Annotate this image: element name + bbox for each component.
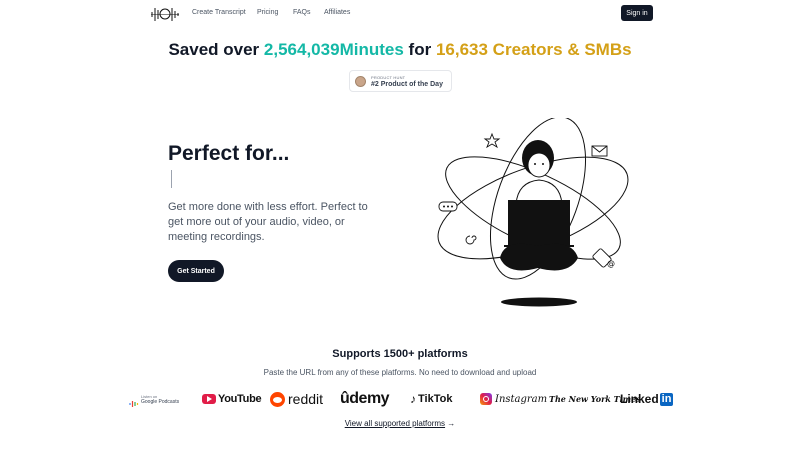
linkedin-logo: Linked in [620, 388, 674, 410]
view-all-platforms-link[interactable]: View all supported platforms [345, 419, 445, 428]
tiktok-note-icon: ♪ [410, 392, 416, 406]
udemy-logo: ûdemy [340, 388, 390, 410]
linkedin-in-box: in [659, 392, 674, 406]
reddit-logo: reddit [270, 388, 323, 410]
youtube-text: YouTube [218, 393, 262, 405]
google-podcasts-logo: Listen on Google Podcasts [129, 388, 179, 410]
podcast-bars-icon [129, 395, 139, 407]
hero-headline: Perfect for... [168, 142, 290, 165]
tiktok-logo: ♪ TikTok [410, 388, 452, 410]
youtube-logo: YouTube [202, 388, 262, 410]
reddit-text: reddit [288, 391, 324, 407]
get-started-button[interactable]: Get Started [168, 260, 224, 282]
badge-small-text: PRODUCT HUNT [371, 75, 406, 80]
linkedin-text: Linked [620, 392, 659, 406]
creators-value: 16,633 [435, 40, 488, 59]
phone-icon: @ [592, 248, 615, 268]
nav-pricing[interactable]: Pricing [257, 9, 278, 16]
envelope-icon [591, 145, 608, 157]
instagram-logo: Instagram [480, 388, 547, 410]
udemy-text: ûdemy [340, 390, 390, 407]
badge-main-text: #2 Product of the Day [371, 81, 443, 88]
nav-affiliates[interactable]: Affiliates [324, 9, 350, 16]
creators-label: Creators & SMBs [492, 40, 632, 59]
top-nav: Create Transcript Pricing FAQs Affiliate… [0, 0, 800, 28]
nav-create-transcript[interactable]: Create Transcript [192, 9, 246, 16]
hero-subtitle: Get more done with less effort. Perfect … [168, 201, 368, 243]
medal-icon [355, 76, 366, 87]
youtube-play-icon [202, 394, 216, 404]
platforms-subtitle: Paste the URL from any of these platform… [263, 368, 537, 377]
nav-faqs[interactable]: FAQs [293, 9, 311, 16]
platforms-title: Supports 1500+ platforms [332, 348, 468, 360]
reddit-alien-icon [270, 391, 285, 407]
view-all-platforms: View all supported platforms → [0, 419, 800, 428]
minutes-value: 2,564,039 [263, 40, 340, 59]
product-hunt-badge[interactable]: PRODUCT HUNT #2 Product of the Day [349, 70, 452, 92]
stat-prefix: Saved over [168, 40, 260, 59]
platform-logos: Listen on Google Podcasts YouTube reddit… [0, 388, 800, 410]
arrow-right-icon: → [447, 419, 456, 428]
svg-text:@: @ [607, 259, 615, 268]
logo-icon[interactable] [150, 4, 180, 24]
sign-in-button[interactable]: Sign in [621, 5, 653, 21]
instagram-camera-icon [480, 393, 492, 405]
minutes-label: Minutes [339, 40, 404, 59]
chat-icon [438, 201, 458, 212]
hero-illustration: @ [437, 118, 629, 307]
gp-name: Google Podcasts [141, 398, 180, 405]
stats-headline: Saved over 2,564,039Minutes for 16,633 C… [0, 40, 800, 60]
typing-cursor [171, 170, 172, 188]
tiktok-text: TikTok [418, 393, 453, 405]
instagram-text: Instagram [495, 393, 548, 405]
stat-for: for [408, 40, 432, 59]
